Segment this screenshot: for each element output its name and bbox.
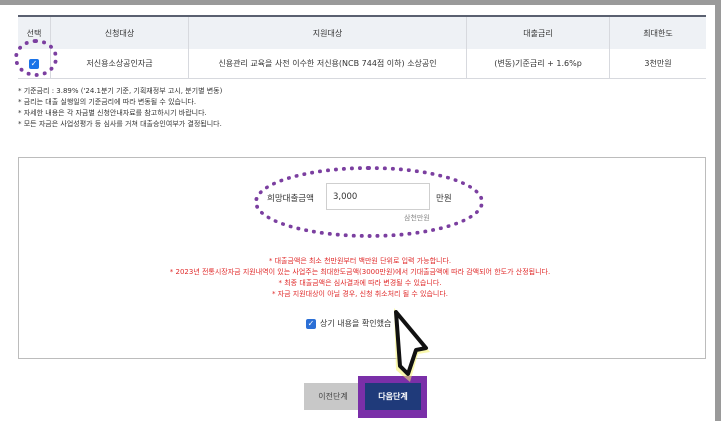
table-header-row: 선택 신청대상 지원대상 대출금리 최대한도 <box>18 15 706 49</box>
top-border <box>0 0 721 5</box>
loan-rate: (변동)기준금리 + 1.6%p <box>466 49 610 79</box>
amount-label: 희망대출금액 <box>267 194 314 204</box>
header-select: 선택 <box>18 15 51 49</box>
max-limit: 3천만원 <box>609 49 706 79</box>
amount-input[interactable] <box>326 183 430 210</box>
header-target: 지원대상 <box>188 15 467 49</box>
table-row: ✓ 저신용소상공인자금 신용관리 교육을 사전 이수한 저신용(NCB 744점… <box>18 49 706 79</box>
loan-table: 선택 신청대상 지원대상 대출금리 최대한도 ✓ 저신용소상공인자금 신용관리 … <box>18 15 706 79</box>
note-line: * 자세한 내용은 각 자금별 신청안내자료를 참고하시기 바랍니다. <box>18 109 207 117</box>
prev-step-button[interactable]: 이전단계 <box>304 383 362 410</box>
header-rate: 대출금리 <box>466 15 610 49</box>
warning-line: * 대출금액은 최소 천만원부터 백만원 단위로 입력 가능합니다. <box>268 257 452 265</box>
confirm-row[interactable]: ✓ 상기 내용을 확인했습 <box>306 318 391 329</box>
amount-unit: 만원 <box>436 194 452 204</box>
select-cell[interactable]: ✓ <box>18 49 51 79</box>
support-target: 신용관리 교육을 사전 이수한 저신용(NCB 744점 이하) 소상공인 <box>188 49 467 79</box>
note-line: * 금리는 대출 실행일의 기준금리에 따라 변동될 수 있습니다. <box>18 98 197 106</box>
warning-line: * 2023년 전통시장자금 지원내역이 있는 사업주는 최대한도금액(3000… <box>169 268 551 276</box>
note-line: * 기준금리 : 3.89% ('24.1분기 기준, 기획재정부 고시, 분기… <box>18 87 223 95</box>
header-limit: 최대한도 <box>609 15 706 49</box>
checkbox-checked-icon[interactable]: ✓ <box>306 318 316 329</box>
warning-line: * 자금 지원대상이 아닐 경우, 신청 취소처리 될 수 있습니다. <box>271 290 449 298</box>
next-step-button[interactable]: 다음단계 <box>365 383 421 410</box>
confirm-label: 상기 내용을 확인했습 <box>320 319 392 328</box>
checkbox-checked-icon[interactable]: ✓ <box>29 58 39 69</box>
header-fund: 신청대상 <box>50 15 189 49</box>
amount-korean: 삼천만원 <box>404 214 430 222</box>
note-line: * 모든 자금은 사업성평가 등 심사를 거쳐 대출승인여부가 결정됩니다. <box>18 120 222 128</box>
warning-line: * 최종 대출금액은 심사결과에 따라 변경될 수 있습니다. <box>278 279 442 287</box>
right-border <box>715 0 721 421</box>
warning-notes: * 대출금액은 최소 천만원부터 백만원 단위로 입력 가능합니다. * 202… <box>100 256 620 300</box>
notes: * 기준금리 : 3.89% ('24.1분기 기준, 기획재정부 고시, 분기… <box>18 86 222 130</box>
fund-name: 저신용소상공인자금 <box>50 49 189 79</box>
